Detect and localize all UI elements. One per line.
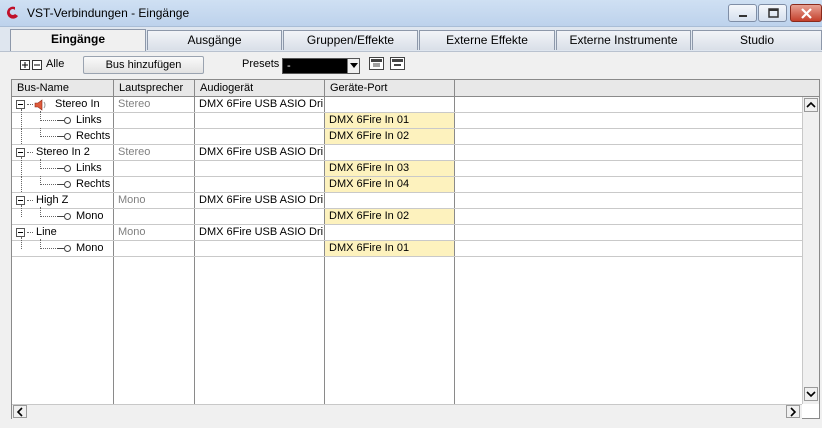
channel-icon [64, 165, 71, 172]
device-port[interactable]: DMX 6Fire In 04 [325, 177, 454, 192]
bus-name: Stereo In 2 [36, 146, 90, 158]
table-row[interactable]: Mono DMX 6Fire In 01 [12, 237, 802, 257]
maximize-button[interactable] [758, 4, 787, 22]
column-header-geraete-port[interactable]: Geräte-Port [325, 80, 455, 96]
table-row[interactable]: Links DMX 6Fire In 03 [12, 157, 802, 177]
store-preset-icon[interactable] [369, 57, 384, 70]
scroll-down-button[interactable] [804, 387, 818, 401]
scroll-up-button[interactable] [804, 98, 818, 112]
chevron-up-icon [806, 101, 816, 108]
dropdown-arrow-icon[interactable] [347, 59, 359, 73]
scroll-left-button[interactable] [13, 405, 27, 418]
minimize-button[interactable] [728, 4, 757, 22]
bus-name: Line [36, 226, 57, 238]
close-button[interactable] [790, 4, 822, 22]
alle-label: Alle [46, 58, 65, 70]
presets-label: Presets [242, 58, 280, 70]
table-row[interactable]: Mono DMX 6Fire In 02 [12, 205, 802, 225]
device-port[interactable]: DMX 6Fire In 01 [325, 113, 454, 128]
channel-name: Mono [76, 210, 104, 222]
bus-name: Stereo In [55, 98, 100, 110]
horizontal-scrollbar[interactable] [12, 404, 802, 419]
chevron-right-icon [790, 407, 797, 417]
table-row[interactable]: Stereo In Stereo DMX 6Fire USB ASIO Driv [12, 97, 802, 113]
channel-icon [64, 117, 71, 124]
channel-icon [64, 213, 71, 220]
column-header-lautsprecher[interactable]: Lautsprecher [114, 80, 195, 96]
remove-preset-icon[interactable] [390, 57, 405, 70]
chevron-down-icon [806, 391, 816, 398]
tab-bar: Eingänge Ausgänge Gruppen/Effekte Extern… [10, 29, 822, 51]
device-port[interactable]: DMX 6Fire In 01 [325, 241, 454, 256]
collapse-all-icon[interactable] [32, 60, 42, 70]
table-row[interactable]: Line Mono DMX 6Fire USB ASIO Driv [12, 225, 802, 241]
device-port[interactable]: DMX 6Fire In 02 [325, 129, 454, 144]
column-header-bus-name[interactable]: Bus-Name [12, 80, 114, 96]
tab-studio[interactable]: Studio [692, 30, 822, 50]
table-row[interactable]: Rechts DMX 6Fire In 04 [12, 176, 802, 193]
speaker-config: Stereo [118, 98, 151, 110]
channel-icon [64, 181, 71, 188]
tab-externe-effekte[interactable]: Externe Effekte [419, 30, 555, 50]
vertical-scrollbar[interactable] [802, 97, 819, 404]
device-port[interactable]: DMX 6Fire In 02 [325, 209, 454, 224]
column-header-audiogeraet[interactable]: Audiogerät [195, 80, 325, 96]
collapse-icon[interactable] [16, 100, 25, 109]
audio-device[interactable]: DMX 6Fire USB ASIO Driv [199, 225, 323, 240]
title-bar: VST-Verbindungen - Eingänge [0, 0, 822, 27]
channel-name: Rechts [76, 178, 111, 190]
presets-value: - [287, 60, 291, 72]
speaker-config: Mono [118, 226, 146, 238]
speaker-config: Stereo [118, 146, 151, 158]
presets-dropdown[interactable]: - [282, 58, 360, 74]
scroll-right-button[interactable] [786, 405, 800, 418]
audio-device[interactable]: DMX 6Fire USB ASIO Driv [199, 97, 323, 112]
collapse-icon[interactable] [16, 148, 25, 157]
channel-name: Links [76, 162, 102, 174]
tab-eingaenge[interactable]: Eingänge [10, 29, 146, 51]
expand-all-icon[interactable] [20, 60, 30, 70]
window-title: VST-Verbindungen - Eingänge [27, 6, 190, 20]
tab-externe-instrumente[interactable]: Externe Instrumente [556, 30, 691, 50]
table-row[interactable]: Links DMX 6Fire In 01 [12, 109, 802, 129]
chevron-left-icon [16, 407, 23, 417]
close-icon [801, 8, 812, 19]
collapse-icon[interactable] [16, 196, 25, 205]
tab-ausgaenge[interactable]: Ausgänge [147, 30, 282, 50]
table-row[interactable]: Stereo In 2 Stereo DMX 6Fire USB ASIO Dr… [12, 145, 802, 161]
minimize-icon [739, 15, 747, 17]
audio-device[interactable]: DMX 6Fire USB ASIO Driv [199, 193, 323, 208]
channel-name: Rechts [76, 130, 111, 142]
table-header: Bus-Name Lautsprecher Audiogerät Geräte-… [12, 80, 819, 97]
channel-name: Mono [76, 242, 104, 254]
table-row[interactable]: Rechts DMX 6Fire In 02 [12, 128, 802, 145]
maximize-icon [768, 8, 779, 18]
tab-gruppen-effekte[interactable]: Gruppen/Effekte [283, 30, 418, 50]
bus-table: Bus-Name Lautsprecher Audiogerät Geräte-… [11, 79, 820, 419]
add-bus-button[interactable]: Bus hinzufügen [83, 56, 204, 74]
speaker-icon [34, 99, 46, 111]
bus-name: High Z [36, 194, 69, 206]
cubase-app-icon [7, 6, 19, 19]
device-port[interactable]: DMX 6Fire In 03 [325, 161, 454, 176]
speaker-config: Mono [118, 194, 146, 206]
table-row[interactable]: High Z Mono DMX 6Fire USB ASIO Driv [12, 193, 802, 209]
audio-device[interactable]: DMX 6Fire USB ASIO Driv [199, 145, 323, 160]
channel-name: Links [76, 114, 102, 126]
collapse-icon[interactable] [16, 228, 25, 237]
channel-icon [64, 133, 71, 140]
channel-icon [64, 245, 71, 252]
